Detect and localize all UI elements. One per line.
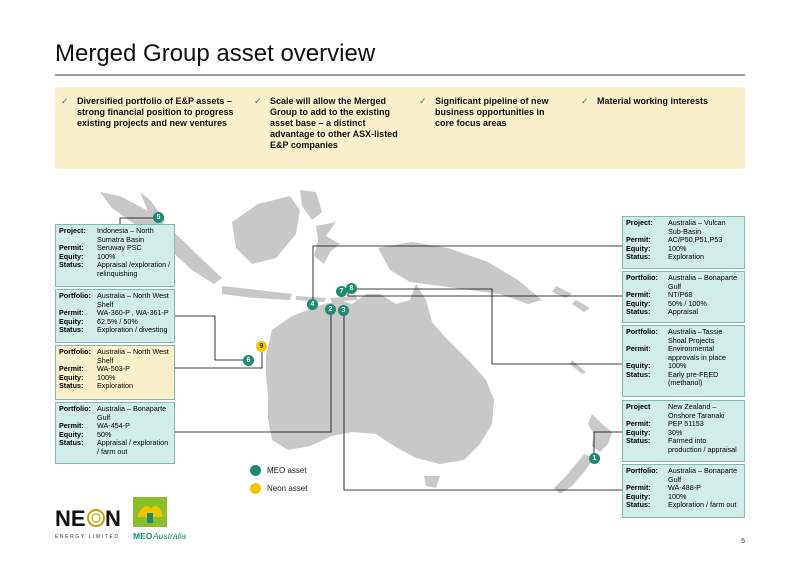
asset-marker-2[interactable]: 2 bbox=[325, 304, 336, 315]
meo-australia-logo: MEO Australia bbox=[133, 497, 199, 548]
asset-marker-4[interactable]: 4 bbox=[307, 299, 318, 310]
neon-logo-icon: NE N ENERGY LIMITED bbox=[55, 506, 121, 540]
asset-marker-6[interactable]: 6 bbox=[243, 355, 254, 366]
svg-text:MEO: MEO bbox=[133, 531, 153, 541]
svg-text:NE: NE bbox=[55, 506, 86, 531]
landmasses bbox=[100, 190, 612, 494]
legend-neon: Neon asset bbox=[250, 483, 307, 494]
meo-dot-icon bbox=[250, 465, 261, 476]
asset-marker-8[interactable]: 8 bbox=[346, 283, 357, 294]
svg-text:ENERGY LIMITED: ENERGY LIMITED bbox=[55, 534, 120, 540]
legend-meo: MEO asset bbox=[250, 465, 307, 476]
svg-text:N: N bbox=[105, 506, 121, 531]
asset-marker-3[interactable]: 3 bbox=[338, 305, 349, 316]
asset-marker-1[interactable]: 1 bbox=[589, 453, 600, 464]
asset-card-4: Project: Australia – Vulcan Sub-Basin Per… bbox=[622, 216, 745, 269]
asset-card-7: Portfolio: Australia – Bonaparte Gulf Per… bbox=[622, 271, 745, 323]
asset-card-5: Project: Indonesia – North Sumatra Basin … bbox=[55, 224, 175, 287]
svg-text:Australia: Australia bbox=[152, 531, 186, 541]
asset-marker-9[interactable]: 9 bbox=[256, 341, 267, 352]
asset-card-2: Portfolio: Australia – North West Shelf P… bbox=[55, 289, 175, 343]
asset-card-8: Portfolio: Australia –Tassie Shoal Projec… bbox=[622, 325, 745, 397]
asset-card-3: Portfolio: Australia – Bonaparte Gulf Per… bbox=[55, 402, 175, 464]
asset-card-6: Portfolio: Australia – Bonaparte Gulf Per… bbox=[622, 464, 745, 518]
asset-marker-5[interactable]: 5 bbox=[153, 212, 164, 223]
page-number: 5 bbox=[741, 538, 745, 545]
asset-card-1: Project New Zealand – Onshore Taranaki Pe… bbox=[622, 400, 745, 462]
neon-dot-icon bbox=[250, 483, 261, 494]
neon-energy-logo: NE N ENERGY LIMITED bbox=[55, 502, 121, 547]
asset-card-9: Portfolio: Australia – North West Shelf P… bbox=[55, 345, 175, 400]
meo-logo-icon: MEO Australia bbox=[133, 497, 186, 541]
